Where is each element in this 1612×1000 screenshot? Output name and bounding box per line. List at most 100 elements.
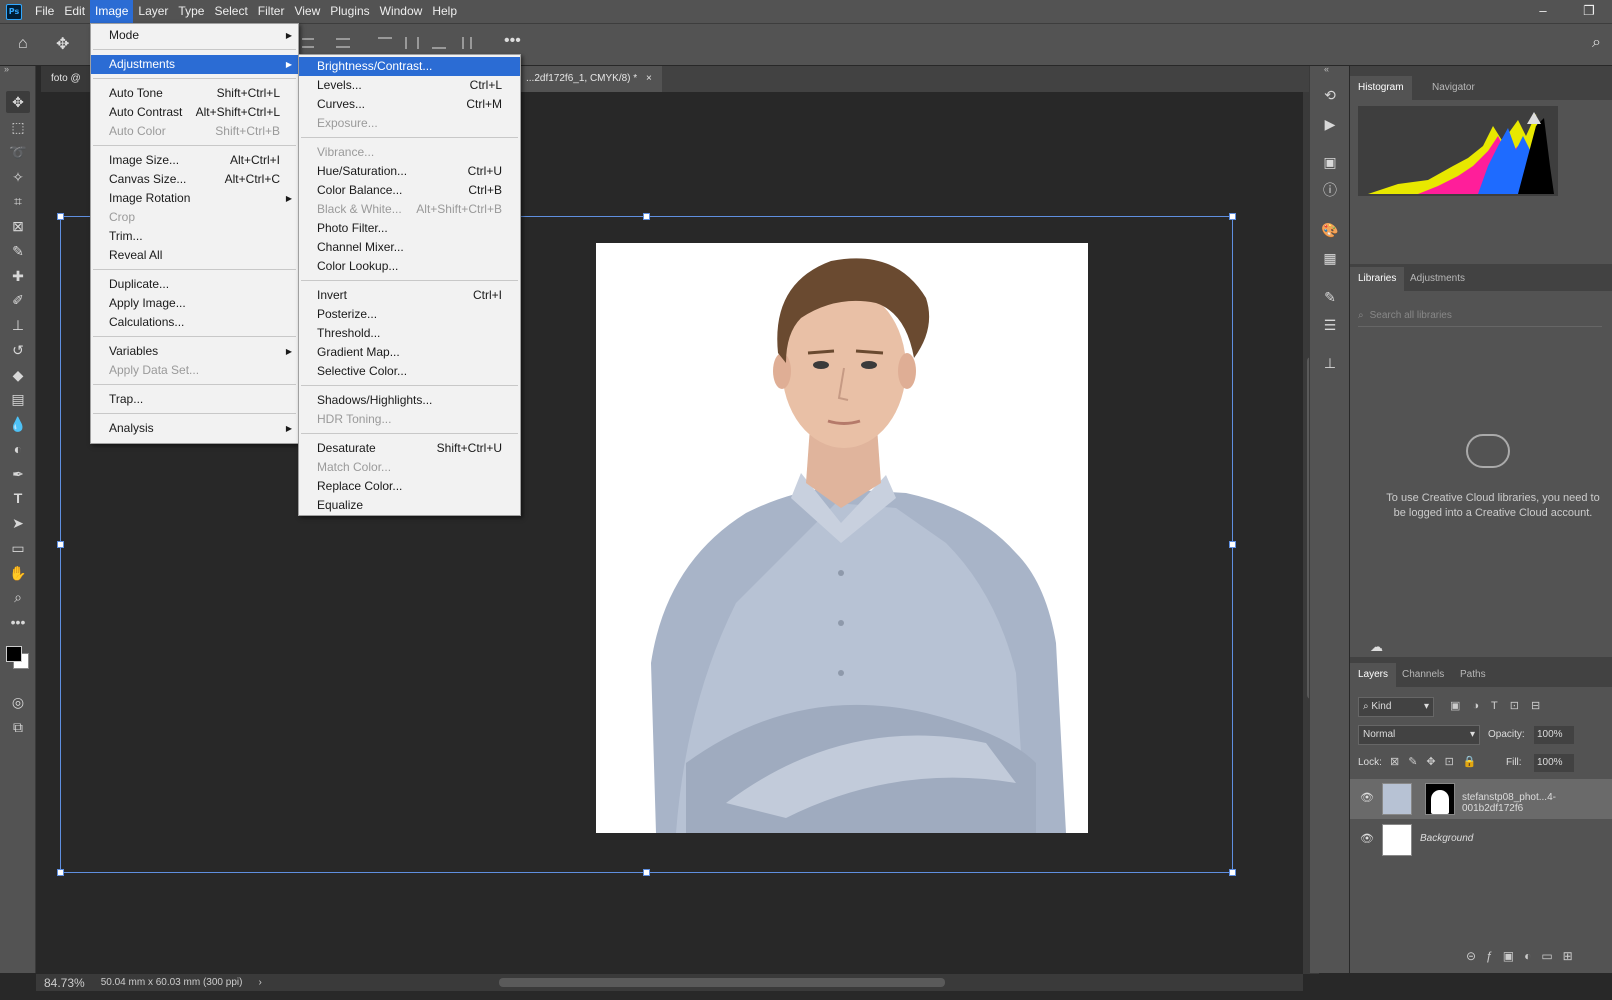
align-icon[interactable] — [302, 38, 314, 48]
eyedropper-icon[interactable]: ✎ — [6, 240, 30, 262]
doc-tab-foto[interactable]: foto @ 84 — [41, 66, 93, 110]
handle-top-right[interactable] — [1229, 213, 1236, 220]
move-tool-icon[interactable]: ✥ — [56, 34, 69, 54]
tab-histogram[interactable]: Histogram — [1350, 76, 1412, 100]
adjustments_menu-item[interactable]: Replace Color... — [299, 477, 520, 496]
crop-tool-icon[interactable]: ⌗ — [6, 190, 30, 212]
image_menu-item[interactable]: Canvas Size... Alt+Ctrl+C — [91, 170, 298, 189]
adjustments_menu-item[interactable]: Gradient Map... — [299, 343, 520, 362]
info-icon[interactable]: ⓘ — [1318, 179, 1342, 201]
menu-layer[interactable]: Layer — [133, 0, 173, 23]
history-brush-icon[interactable]: ↺ — [6, 339, 30, 361]
menu-filter[interactable]: Filter — [253, 0, 290, 23]
layer-filter-icons[interactable]: ▣◑T⊡⊟ — [1450, 699, 1552, 712]
adjustments_menu-item[interactable]: Brightness/Contrast... — [299, 57, 520, 76]
adjustments_menu-item[interactable]: Color Lookup... — [299, 257, 520, 276]
blur-icon[interactable]: 💧 — [6, 413, 30, 435]
brush-tool-icon[interactable]: ✐ — [6, 289, 30, 311]
layer-name[interactable]: stefanstp08_phot...4-001b2df172f6 — [1462, 792, 1612, 814]
tab-layers[interactable]: Layers — [1350, 663, 1397, 687]
adjustments_menu-item[interactable]: Equalize — [299, 496, 520, 515]
stamp-tool-icon[interactable]: ⊥ — [6, 314, 30, 336]
menu-select[interactable]: Select — [209, 0, 252, 23]
lasso-tool-icon[interactable]: ➰ — [6, 141, 30, 163]
image_menu-item[interactable]: Variables ▶ — [91, 342, 298, 361]
tab-navigator[interactable]: Navigator — [1424, 76, 1483, 100]
hand-tool-icon[interactable]: ✋ — [6, 562, 30, 584]
adjustments-sliders-icon[interactable]: ☰ — [1318, 314, 1342, 336]
horizontal-scrollbar[interactable] — [292, 974, 1303, 991]
handle-middle-left[interactable] — [57, 541, 64, 548]
tab-adjustments[interactable]: Adjustments — [1402, 267, 1473, 291]
actions-play-icon[interactable]: ▶ — [1318, 113, 1342, 135]
image_menu-item[interactable]: Auto Contrast Alt+Shift+Ctrl+L — [91, 103, 298, 122]
doc-tab-active[interactable]: ...2df172f6_1, CMYK/8) * × — [516, 66, 662, 92]
layer-name[interactable]: Background — [1420, 833, 1473, 844]
menu-plugins[interactable]: Plugins — [325, 0, 374, 23]
image_menu-item[interactable]: Trim... — [91, 227, 298, 246]
menu-edit[interactable]: Edit — [59, 0, 90, 23]
adjustments_menu-item[interactable]: Channel Mixer... — [299, 238, 520, 257]
distribute-icon[interactable] — [462, 37, 472, 49]
home-icon[interactable]: ⌂ — [18, 35, 28, 53]
collapse-icon[interactable]: » — [4, 64, 9, 74]
visibility-eye-icon[interactable]: 👁 — [1360, 832, 1374, 845]
menu-file[interactable]: File — [30, 0, 59, 23]
opacity-input[interactable]: 100% — [1534, 726, 1574, 744]
more-tools-icon[interactable]: ••• — [6, 611, 30, 633]
menu-view[interactable]: View — [289, 0, 325, 23]
adjustments_menu-item[interactable]: Shadows/Highlights... — [299, 391, 520, 410]
clone-source-icon[interactable]: ⊥ — [1318, 352, 1342, 374]
foreground-color-swatch[interactable] — [6, 646, 22, 662]
history-icon[interactable]: ⟲ — [1318, 84, 1342, 106]
image_menu-item[interactable]: Image Rotation ▶ — [91, 189, 298, 208]
adjustments_menu-item[interactable]: Selective Color... — [299, 362, 520, 381]
visibility-eye-icon[interactable]: 👁 — [1360, 791, 1374, 804]
search-icon[interactable]: ⌕ — [1592, 34, 1601, 52]
layer-filter-kind[interactable]: ⌕ Kind ▾ — [1358, 697, 1434, 717]
status-arrow-icon[interactable]: › — [258, 977, 261, 988]
menu-image[interactable]: Image — [90, 0, 134, 23]
gradient-icon[interactable]: ▤ — [6, 388, 30, 410]
magic-wand-icon[interactable]: ✧ — [6, 166, 30, 188]
healing-brush-icon[interactable]: ✚ — [6, 265, 30, 287]
layer-row-background[interactable]: 👁 Background — [1350, 820, 1612, 860]
handle-bottom-left[interactable] — [57, 869, 64, 876]
fill-input[interactable]: 100% — [1534, 754, 1574, 772]
zoom-level[interactable]: 84.73% — [44, 976, 85, 990]
collapse-right-icon[interactable]: « — [1324, 64, 1329, 74]
eraser-icon[interactable]: ◆ — [6, 364, 30, 386]
dodge-icon[interactable]: ◐ — [6, 438, 30, 460]
blend-mode-select[interactable]: Normal ▾ — [1358, 725, 1480, 745]
menu-type[interactable]: Type — [173, 0, 209, 23]
adjustments_menu-item[interactable]: Invert Ctrl+I — [299, 286, 520, 305]
more-options-icon[interactable]: ••• — [504, 32, 521, 50]
screen-mode-icon[interactable]: ⧉ — [6, 716, 30, 738]
color-palette-icon[interactable]: 🎨 — [1318, 219, 1342, 241]
adjustments_menu-item[interactable]: Photo Filter... — [299, 219, 520, 238]
pen-tool-icon[interactable]: ✒ — [6, 463, 30, 485]
marquee-tool-icon[interactable]: ⬚ — [6, 116, 30, 138]
image_menu-item[interactable]: Image Size... Alt+Ctrl+I — [91, 151, 298, 170]
zoom-tool-icon[interactable]: ⌕ — [6, 586, 30, 608]
image_menu-item[interactable]: Duplicate... — [91, 275, 298, 294]
quick-mask-icon[interactable]: ◎ — [6, 691, 30, 713]
move-tool-icon[interactable]: ✥ — [6, 91, 30, 113]
image_menu-item[interactable]: Reveal All — [91, 246, 298, 265]
adjustments_menu-item[interactable]: Color Balance... Ctrl+B — [299, 181, 520, 200]
adjustments_menu-item[interactable]: Threshold... — [299, 324, 520, 343]
horizontal-scroll-thumb[interactable] — [499, 978, 945, 987]
frame-tool-icon[interactable]: ⊠ — [6, 215, 30, 237]
image_menu-item[interactable]: Analysis ▶ — [91, 419, 298, 438]
align-center-icon[interactable] — [336, 38, 350, 48]
image_menu-item[interactable]: Calculations... — [91, 313, 298, 332]
align-vcenter-icon[interactable] — [405, 37, 419, 49]
layer-row-photo[interactable]: 👁 stefanstp08_phot...4-001b2df172f6 — [1350, 779, 1612, 819]
tab-libraries[interactable]: Libraries — [1350, 267, 1405, 291]
image_menu-item[interactable]: Mode ▶ — [91, 26, 298, 45]
layer-mask-thumbnail[interactable] — [1425, 783, 1455, 815]
restore-button[interactable]: ❐ — [1566, 0, 1612, 23]
layer-actions-bar[interactable]: ⊝ƒ▣◐▭⊞ — [1466, 949, 1583, 963]
adjustments_menu-item[interactable]: Curves... Ctrl+M — [299, 95, 520, 114]
swatches-grid-icon[interactable]: ▦ — [1318, 247, 1342, 269]
